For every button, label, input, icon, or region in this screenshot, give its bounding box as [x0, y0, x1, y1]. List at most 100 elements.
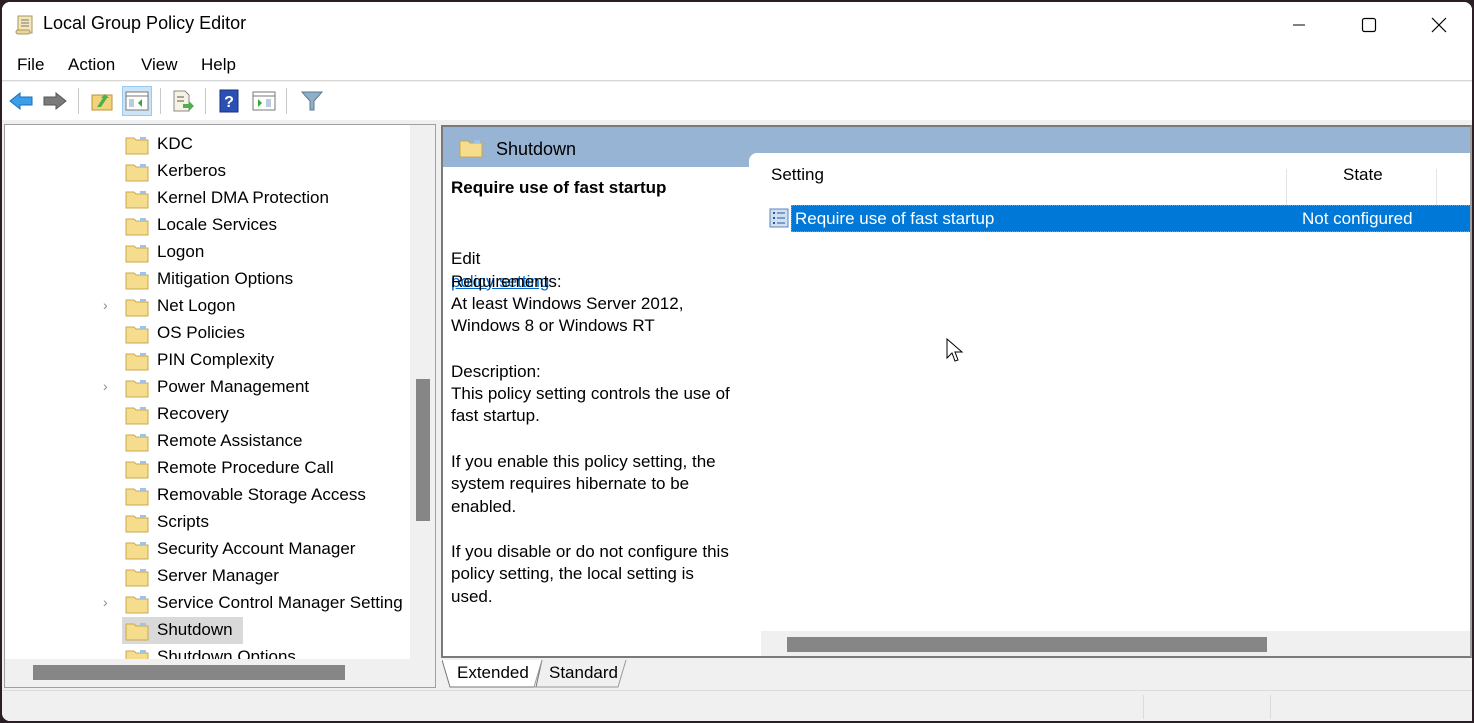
column-header-state[interactable]: State: [1343, 165, 1383, 185]
tree-item-label: OS Policies: [157, 323, 245, 342]
svg-text:?: ?: [224, 94, 234, 111]
tab-extended[interactable]: Extended: [457, 660, 549, 687]
list-horizontal-scroll-thumb[interactable]: [787, 637, 1267, 652]
expand-chevron-icon[interactable]: ›: [103, 297, 108, 313]
menu-bar: File Action View Help: [2, 48, 1472, 81]
status-separator: [1143, 695, 1144, 719]
row-state: Not configured: [1302, 209, 1413, 228]
description-label: Description:: [451, 362, 541, 381]
tree-item-label: Locale Services: [157, 215, 278, 234]
title-bar: Local Group Policy Editor: [2, 2, 1472, 48]
filter-button[interactable]: [297, 86, 327, 116]
expand-chevron-icon[interactable]: ›: [103, 594, 108, 610]
folder-icon: [125, 135, 149, 160]
tree-horizontal-scroll-thumb[interactable]: [33, 665, 345, 680]
console-tree-icon: [125, 91, 149, 111]
tree-item[interactable]: OS Policies: [5, 320, 409, 347]
folder-icon: [125, 405, 149, 430]
tree-item[interactable]: Remote Assistance: [5, 428, 409, 455]
tree-item[interactable]: Recovery: [5, 401, 409, 428]
toolbar-separator: [205, 88, 206, 114]
tree-item[interactable]: Removable Storage Access: [5, 482, 409, 509]
tree-item-label: Server Manager: [157, 566, 279, 585]
tree-vertical-scrollbar[interactable]: [410, 125, 435, 659]
menu-action[interactable]: Action: [68, 55, 115, 75]
tree-item[interactable]: Kerberos: [5, 158, 409, 185]
tree-item[interactable]: Locale Services: [5, 212, 409, 239]
maximize-icon: [1361, 17, 1377, 33]
column-header-setting[interactable]: Setting: [771, 165, 824, 185]
list-horizontal-scrollbar[interactable]: [761, 631, 1470, 656]
tree-item[interactable]: Security Account Manager: [5, 536, 409, 563]
menu-file[interactable]: File: [17, 55, 44, 75]
requirements-text: At least Windows Server 2012, Windows 8 …: [451, 294, 684, 336]
show-hide-console-tree-button[interactable]: [122, 86, 152, 116]
back-button[interactable]: [6, 86, 36, 116]
row-setting-name: Require use of fast startup: [795, 209, 995, 228]
tree-item[interactable]: › Net Logon: [5, 293, 409, 320]
minimize-button[interactable]: [1264, 2, 1334, 48]
tree-list: KDC Kerberos Kernel DMA Protection Locale S…: [5, 129, 409, 659]
description-text: This policy setting controls the use of …: [451, 384, 730, 426]
tree-item[interactable]: Logon: [5, 239, 409, 266]
tree-item-label: Remote Procedure Call: [157, 458, 334, 477]
folder-icon: [125, 432, 149, 457]
requirements-label: Requirements:: [451, 272, 562, 291]
up-one-level-button[interactable]: [87, 86, 117, 116]
tree-item[interactable]: Server Manager: [5, 563, 409, 590]
expand-chevron-icon[interactable]: ›: [103, 378, 108, 394]
tree-item[interactable]: › Power Management: [5, 374, 409, 401]
menu-help[interactable]: Help: [201, 55, 236, 75]
help-button[interactable]: ?: [214, 86, 244, 116]
minimize-icon: [1293, 24, 1305, 26]
menu-view[interactable]: View: [141, 55, 178, 75]
back-arrow-icon: [9, 91, 33, 111]
folder-icon: [125, 216, 149, 241]
action-pane-icon: [252, 91, 276, 111]
help-icon: ?: [219, 89, 239, 113]
tree-item[interactable]: Scripts: [5, 509, 409, 536]
tree-vertical-scroll-thumb[interactable]: [416, 379, 430, 521]
forward-button[interactable]: [40, 86, 70, 116]
policy-setting-icon: [769, 208, 789, 233]
column-separator[interactable]: [1436, 169, 1437, 205]
tree-item[interactable]: PIN Complexity: [5, 347, 409, 374]
tree-item[interactable]: Mitigation Options: [5, 266, 409, 293]
tree-item-label: Logon: [157, 242, 205, 261]
tree-item-label: Security Account Manager: [157, 539, 356, 558]
show-hide-action-pane-button[interactable]: [249, 86, 279, 116]
tab-standard[interactable]: Standard: [549, 660, 639, 687]
tree-item[interactable]: › Service Control Manager Setting: [5, 590, 409, 617]
forward-arrow-icon: [43, 91, 67, 111]
folder-icon: [125, 648, 149, 659]
export-list-button[interactable]: [168, 86, 198, 116]
tree-item[interactable]: Kernel DMA Protection: [5, 185, 409, 212]
window-title: Local Group Policy Editor: [43, 13, 247, 33]
status-separator: [1270, 695, 1271, 719]
status-bar: [2, 690, 1472, 721]
folder-icon: [125, 540, 149, 565]
column-separator[interactable]: [1286, 169, 1287, 205]
folder-icon: [125, 189, 149, 214]
app-window: Local Group Policy Editor File Action Vi…: [2, 2, 1472, 721]
tree-item[interactable]: KDC: [5, 131, 409, 158]
folder-icon: [125, 594, 149, 619]
maximize-button[interactable]: [1334, 2, 1404, 48]
tree-item-label: Shutdown: [157, 620, 233, 639]
tree-item[interactable]: Shutdown: [5, 617, 409, 644]
tree-item[interactable]: Shutdown Options: [5, 644, 409, 659]
tree-horizontal-scrollbar[interactable]: [5, 659, 435, 687]
folder-icon: [125, 567, 149, 592]
folder-icon: [125, 243, 149, 268]
folder-icon: [125, 270, 149, 295]
settings-list: Setting State Require use of fast startu…: [761, 153, 1470, 656]
tree-item-label: Shutdown Options: [157, 647, 296, 659]
folder-icon: [125, 378, 149, 403]
table-row[interactable]: Require use of fast startup Not configur…: [791, 205, 1470, 232]
close-button[interactable]: [1404, 2, 1472, 48]
folder-icon: [125, 486, 149, 511]
tree-item-label: Service Control Manager Setting: [157, 593, 403, 612]
toolbar: ?: [2, 82, 1472, 120]
tree-item[interactable]: Remote Procedure Call: [5, 455, 409, 482]
console-tree: KDC Kerberos Kernel DMA Protection Locale S…: [4, 124, 436, 688]
